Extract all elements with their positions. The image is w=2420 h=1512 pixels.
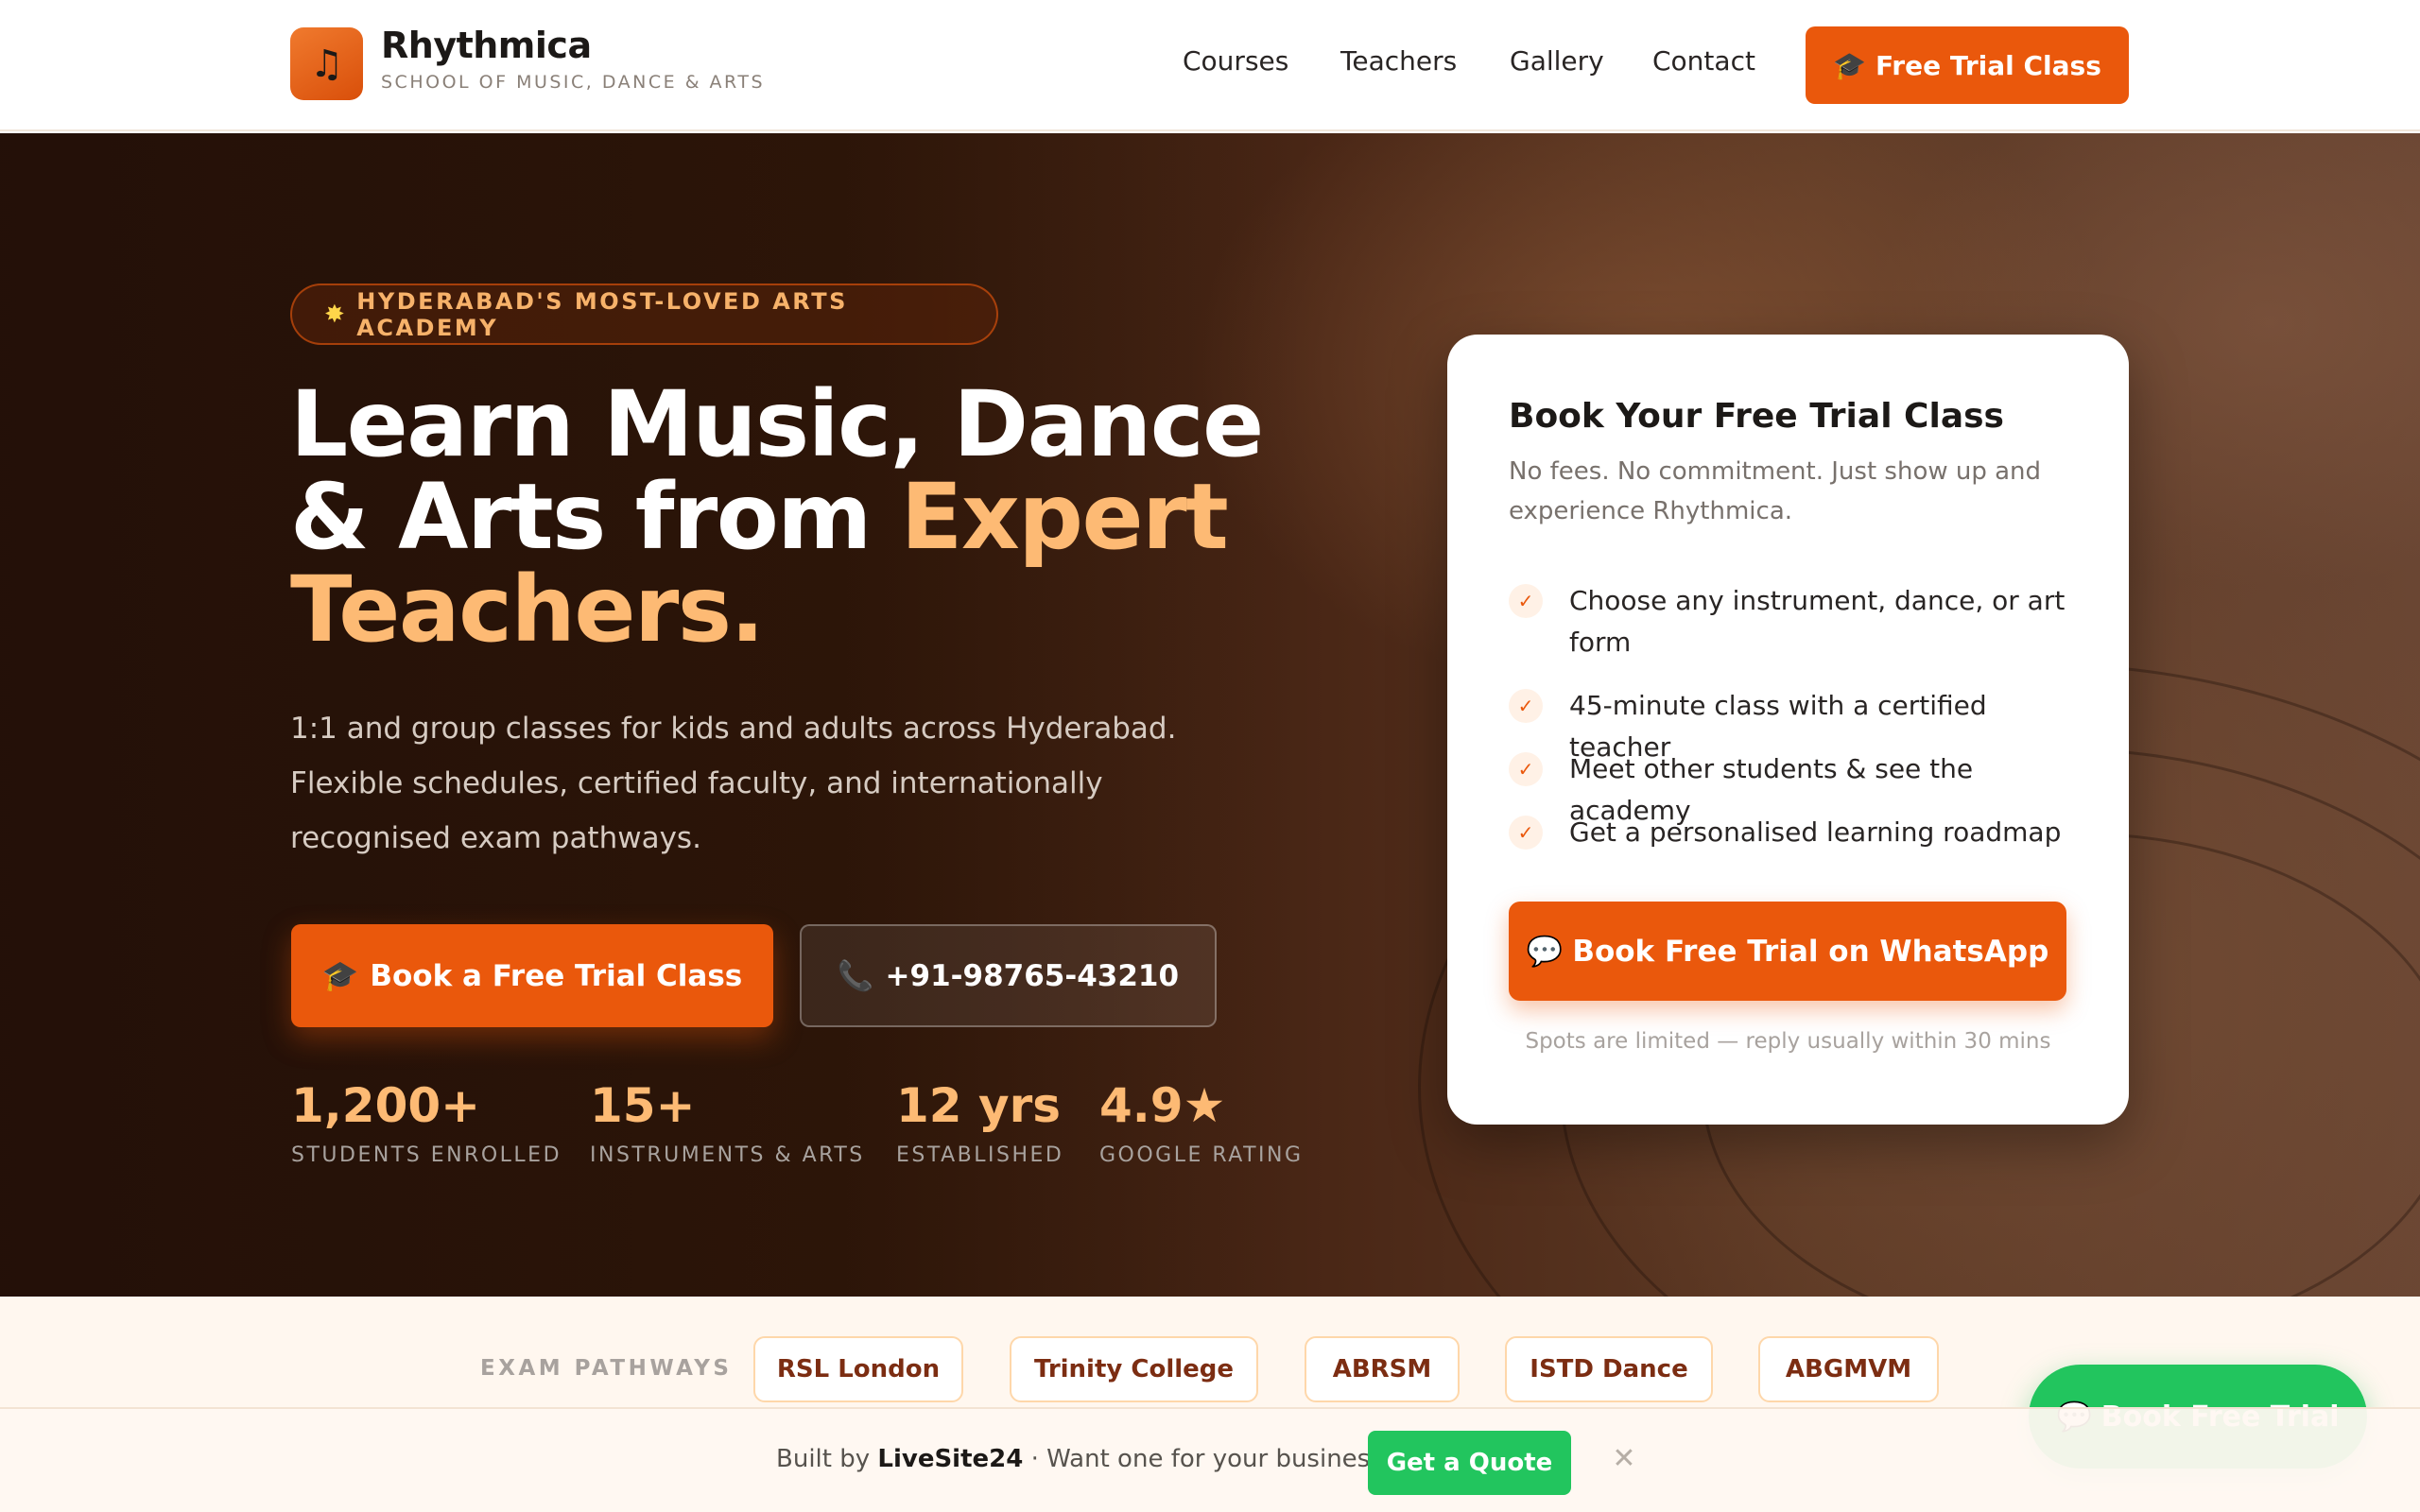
brand-tagline: SCHOOL OF MUSIC, DANCE & ARTS: [381, 72, 766, 93]
stat-label: STUDENTS ENROLLED: [291, 1143, 562, 1167]
hero-headline: Learn Music, Dance & Arts from Expert Te…: [290, 378, 1283, 656]
graduation-cap-icon: 🎓: [1833, 49, 1866, 81]
stat-label: ESTABLISHED: [896, 1143, 1064, 1167]
phone-call-button[interactable]: 📞 +91-98765-43210: [800, 924, 1217, 1027]
exam-chip: RSL London: [753, 1336, 963, 1402]
hero-badge-text: HYDERABAD'S MOST-LOVED ARTS ACADEMY: [356, 287, 848, 341]
graduation-cap-icon: 🎓: [321, 959, 359, 993]
close-icon[interactable]: ✕: [1605, 1439, 1643, 1477]
stat-value: 15+: [590, 1078, 696, 1133]
benefit-item: ✓ Get a personalised learning roadmap: [1509, 812, 2085, 853]
stat-label: GOOGLE RATING: [1099, 1143, 1304, 1167]
book-free-trial-label: Book a Free Trial Class: [370, 958, 743, 993]
get-quote-button[interactable]: Get a Quote: [1368, 1431, 1571, 1495]
music-note-icon[interactable]: ♫: [290, 27, 363, 100]
stat-value: 4.9★: [1099, 1078, 1226, 1133]
stat-instruments: 15+ INSTRUMENTS & ARTS: [590, 1079, 865, 1167]
builder-name[interactable]: LiveSite24: [877, 1445, 1023, 1473]
hero-badge: ✸ HYDERABAD'S MOST-LOVED ARTS ACADEMY: [290, 284, 998, 345]
nav-contact[interactable]: Contact: [1652, 45, 1755, 77]
stat-established: 12 yrs ESTABLISHED: [896, 1079, 1063, 1167]
promo-bottom-bar: Built by LiveSite24 · Want one for your …: [0, 1407, 2420, 1512]
header-free-trial-label: Free Trial Class: [1875, 49, 2101, 81]
site-header: ♫ Rhythmica SCHOOL OF MUSIC, DANCE & ART…: [0, 0, 2420, 131]
phone-number: +91-98765-43210: [885, 958, 1180, 993]
header-free-trial-button[interactable]: 🎓 Free Trial Class: [1806, 26, 2129, 104]
check-icon: ✓: [1509, 689, 1543, 723]
benefit-text: Get a personalised learning roadmap: [1569, 816, 2062, 848]
card-description: No fees. No commitment. Just show up and…: [1509, 457, 2042, 525]
nav-courses[interactable]: Courses: [1183, 45, 1288, 77]
card-note: Spots are limited — reply usually within…: [1525, 1029, 2051, 1054]
whatsapp-trial-button[interactable]: 💬 Book Free Trial on WhatsApp: [1509, 902, 2066, 1001]
exam-chip: ABGMVM: [1758, 1336, 1939, 1402]
stat-students: 1,200+ STUDENTS ENROLLED: [291, 1079, 562, 1167]
book-free-trial-button[interactable]: 🎓 Book a Free Trial Class: [291, 924, 773, 1027]
exam-chip: ABRSM: [1305, 1336, 1460, 1402]
check-icon: ✓: [1509, 584, 1543, 618]
free-trial-card: Book Your Free Trial Class No fees. No c…: [1447, 335, 2129, 1125]
exam-chip: ISTD Dance: [1505, 1336, 1713, 1402]
hero-subtext: 1:1 and group classes for kids and adult…: [290, 712, 1177, 855]
nav-gallery[interactable]: Gallery: [1510, 45, 1604, 77]
exam-chip: Trinity College: [1010, 1336, 1258, 1402]
built-by-prefix: Built by: [776, 1445, 871, 1473]
check-icon: ✓: [1509, 752, 1543, 786]
benefit-item: ✓ Choose any instrument, dance, or art f…: [1509, 580, 2085, 663]
promo-question: · Want one for your business?: [1030, 1445, 1396, 1473]
stat-value: 12 yrs: [896, 1078, 1061, 1133]
sparkle-icon: ✸: [324, 300, 348, 329]
card-title: Book Your Free Trial Class: [1509, 397, 2004, 436]
nav-teachers[interactable]: Teachers: [1340, 45, 1457, 77]
stat-label: INSTRUMENTS & ARTS: [590, 1143, 865, 1167]
chat-bubble-icon: 💬: [1526, 935, 1564, 969]
whatsapp-trial-label: Book Free Trial on WhatsApp: [1572, 934, 2049, 969]
benefit-text: Choose any instrument, dance, or art for…: [1569, 585, 2066, 658]
stat-value: 1,200+: [291, 1078, 481, 1133]
check-icon: ✓: [1509, 816, 1543, 850]
exam-pathways-label: EXAM PATHWAYS: [480, 1356, 733, 1381]
brand-name[interactable]: Rhythmica: [381, 25, 592, 66]
phone-icon: 📞: [837, 959, 874, 993]
promo-text: Built by LiveSite24 · Want one for your …: [776, 1445, 1396, 1473]
stat-rating: 4.9★ GOOGLE RATING: [1099, 1079, 1304, 1167]
